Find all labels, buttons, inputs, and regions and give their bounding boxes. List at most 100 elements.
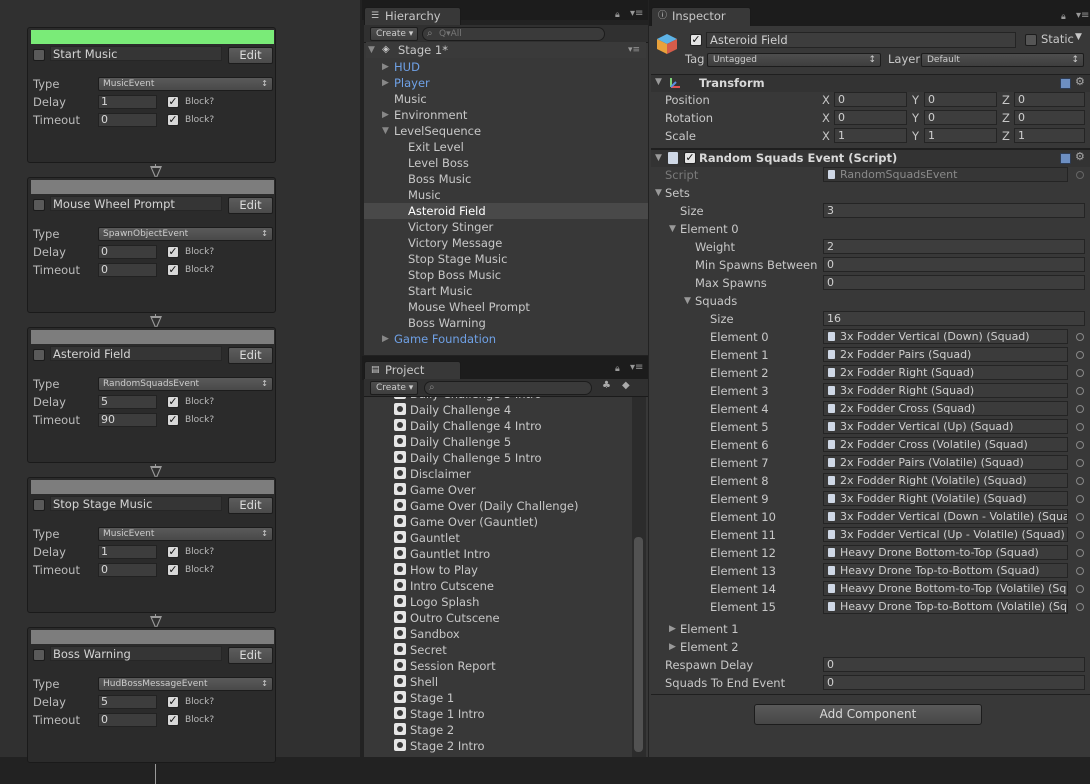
node-edit-button[interactable]: Edit [228, 647, 273, 664]
object-picker-icon[interactable] [1076, 513, 1084, 521]
node-enable-checkbox[interactable] [33, 49, 45, 61]
object-picker-icon[interactable] [1076, 351, 1084, 359]
squad-object-field[interactable]: 2x Fodder Cross (Squad) [823, 401, 1068, 416]
object-picker-icon[interactable] [1076, 441, 1084, 449]
hierarchy-item[interactable]: Boss Warning [364, 315, 648, 331]
node-enable-checkbox[interactable] [33, 499, 45, 511]
delay-block-checkbox[interactable]: ✓ [167, 96, 179, 108]
squad-object-field[interactable]: 2x Fodder Right (Squad) [823, 365, 1068, 380]
sequence-node[interactable]: Start Music Edit Type MusicEvent Delay 1 ✓ Bloc… [27, 27, 276, 163]
hierarchy-item[interactable]: ▶ Environment [364, 107, 648, 123]
object-picker-icon[interactable] [1076, 423, 1084, 431]
squad-object-field[interactable]: 2x Fodder Right (Volatile) (Squad) [823, 473, 1068, 488]
hierarchy-item[interactable]: Music [364, 91, 648, 107]
node-edit-button[interactable]: Edit [228, 497, 273, 514]
squad-object-field[interactable]: 3x Fodder Right (Volatile) (Squad) [823, 491, 1068, 506]
event-type-dropdown[interactable]: HudBossMessageEvent [98, 677, 273, 691]
timeout-block-checkbox[interactable]: ✓ [167, 414, 179, 426]
project-scene-item[interactable]: How to Play [394, 562, 478, 578]
script-enabled-checkbox[interactable]: ✓ [684, 152, 696, 164]
object-picker-icon[interactable] [1076, 477, 1084, 485]
squad-object-field[interactable]: Heavy Drone Top-to-Bottom (Volatile) (Sq… [823, 599, 1068, 614]
scene-menu-icon[interactable]: ▾≡ [628, 42, 640, 58]
object-picker-icon[interactable] [1076, 567, 1084, 575]
squads-size-input[interactable]: 16 [823, 311, 1085, 326]
filter-type-icon[interactable]: ♣ [602, 380, 611, 391]
collapsed-arrow-icon[interactable]: ▶ [382, 75, 389, 91]
create-dropdown[interactable]: Create ▾ [370, 27, 418, 41]
squads-foldout-icon[interactable]: ▼ [684, 296, 691, 306]
hierarchy-item[interactable]: ▶ Player [364, 75, 648, 91]
z-input[interactable]: 0 [1014, 110, 1085, 125]
squad-object-field[interactable]: Heavy Drone Bottom-to-Top (Squad) [823, 545, 1068, 560]
node-edit-button[interactable]: Edit [228, 347, 273, 364]
timeout-input[interactable]: 0 [98, 113, 157, 127]
element0-foldout-icon[interactable]: ▼ [669, 224, 676, 234]
scrollbar-thumb[interactable] [634, 537, 643, 752]
layer-dropdown[interactable]: Default ↕ [921, 53, 1084, 67]
event-type-dropdown[interactable]: MusicEvent [98, 527, 273, 541]
squad-object-field[interactable]: 2x Fodder Pairs (Squad) [823, 347, 1068, 362]
project-scene-item[interactable]: Sandbox [394, 626, 460, 642]
squad-object-field[interactable]: 3x Fodder Vertical (Down - Volatile) (Sq… [823, 509, 1068, 524]
delay-block-checkbox[interactable]: ✓ [167, 396, 179, 408]
node-name-field[interactable]: Boss Warning [50, 646, 222, 661]
add-component-button[interactable]: Add Component [754, 704, 982, 725]
script-gear-icon[interactable]: ⚙ [1075, 150, 1085, 163]
sets-size-input[interactable]: 3 [823, 203, 1085, 218]
collapse-arrow-icon[interactable]: ▼ [368, 42, 375, 58]
object-picker-icon[interactable] [1076, 459, 1084, 467]
y-input[interactable]: 1 [924, 128, 997, 143]
transform-foldout-icon[interactable]: ▼ [655, 77, 662, 87]
sets-foldout-icon[interactable]: ▼ [655, 188, 662, 198]
hierarchy-item[interactable]: Stop Stage Music [364, 251, 648, 267]
hierarchy-item[interactable]: Exit Level [364, 139, 648, 155]
hierarchy-search-input[interactable]: Q▾All [422, 27, 605, 41]
element1-foldout-icon[interactable]: ▶ [669, 624, 676, 634]
project-scrollbar[interactable] [632, 397, 646, 757]
squad-object-field[interactable]: 2x Fodder Pairs (Volatile) (Squad) [823, 455, 1068, 470]
project-scene-item[interactable]: Logo Splash [394, 594, 479, 610]
node-edit-button[interactable]: Edit [228, 47, 273, 64]
project-scene-item[interactable]: Daily Challenge 4 Intro [394, 418, 542, 434]
project-search-input[interactable] [424, 381, 592, 395]
object-picker-icon[interactable] [1076, 531, 1084, 539]
object-picker-icon[interactable] [1076, 333, 1084, 341]
script-help-book-icon[interactable] [1060, 153, 1071, 164]
project-scene-item[interactable]: Daily Challenge 5 [394, 434, 511, 450]
x-input[interactable]: 0 [834, 110, 907, 125]
delay-block-checkbox[interactable]: ✓ [167, 546, 179, 558]
delay-input[interactable]: 1 [98, 545, 157, 559]
expanded-arrow-icon[interactable]: ▼ [382, 123, 389, 139]
z-input[interactable]: 0 [1014, 92, 1085, 107]
collapsed-arrow-icon[interactable]: ▶ [382, 331, 389, 347]
tab-project[interactable]: ▤ Project [364, 361, 461, 380]
lock-icon[interactable]: 🔒︎ [615, 10, 620, 20]
project-scene-item[interactable]: Stage 2 Intro [394, 738, 485, 754]
delay-block-checkbox[interactable]: ✓ [167, 246, 179, 258]
weight-input[interactable]: 2 [823, 239, 1085, 254]
inspector-lock-icon[interactable]: 🔒︎ [1061, 12, 1066, 22]
node-name-field[interactable]: Asteroid Field [50, 346, 222, 361]
node-name-field[interactable]: Start Music [50, 46, 222, 61]
hierarchy-item[interactable]: Victory Stinger [364, 219, 648, 235]
active-checkbox[interactable]: ✓ [690, 34, 702, 46]
object-picker-icon[interactable] [1076, 369, 1084, 377]
event-type-dropdown[interactable]: RandomSquadsEvent [98, 377, 273, 391]
static-dropdown-icon[interactable]: ▼ [1075, 32, 1082, 42]
timeout-block-checkbox[interactable]: ✓ [167, 564, 179, 576]
timeout-block-checkbox[interactable]: ✓ [167, 114, 179, 126]
gear-icon[interactable]: ⚙ [1075, 75, 1085, 88]
collapsed-arrow-icon[interactable]: ▶ [382, 59, 389, 75]
hierarchy-item[interactable]: Boss Music [364, 171, 648, 187]
squad-object-field[interactable]: 3x Fodder Vertical (Up) (Squad) [823, 419, 1068, 434]
inspector-menu-icon[interactable]: ▾≡ [1076, 10, 1089, 21]
hierarchy-item[interactable]: Level Boss [364, 155, 648, 171]
hierarchy-item[interactable]: ▶ HUD [364, 59, 648, 75]
project-scene-item[interactable]: Gauntlet Intro [394, 546, 490, 562]
hierarchy-item[interactable]: Victory Message [364, 235, 648, 251]
project-scene-item[interactable]: Disclaimer [394, 466, 471, 482]
object-picker-icon[interactable] [1076, 603, 1084, 611]
z-input[interactable]: 1 [1014, 128, 1085, 143]
delay-block-checkbox[interactable]: ✓ [167, 696, 179, 708]
